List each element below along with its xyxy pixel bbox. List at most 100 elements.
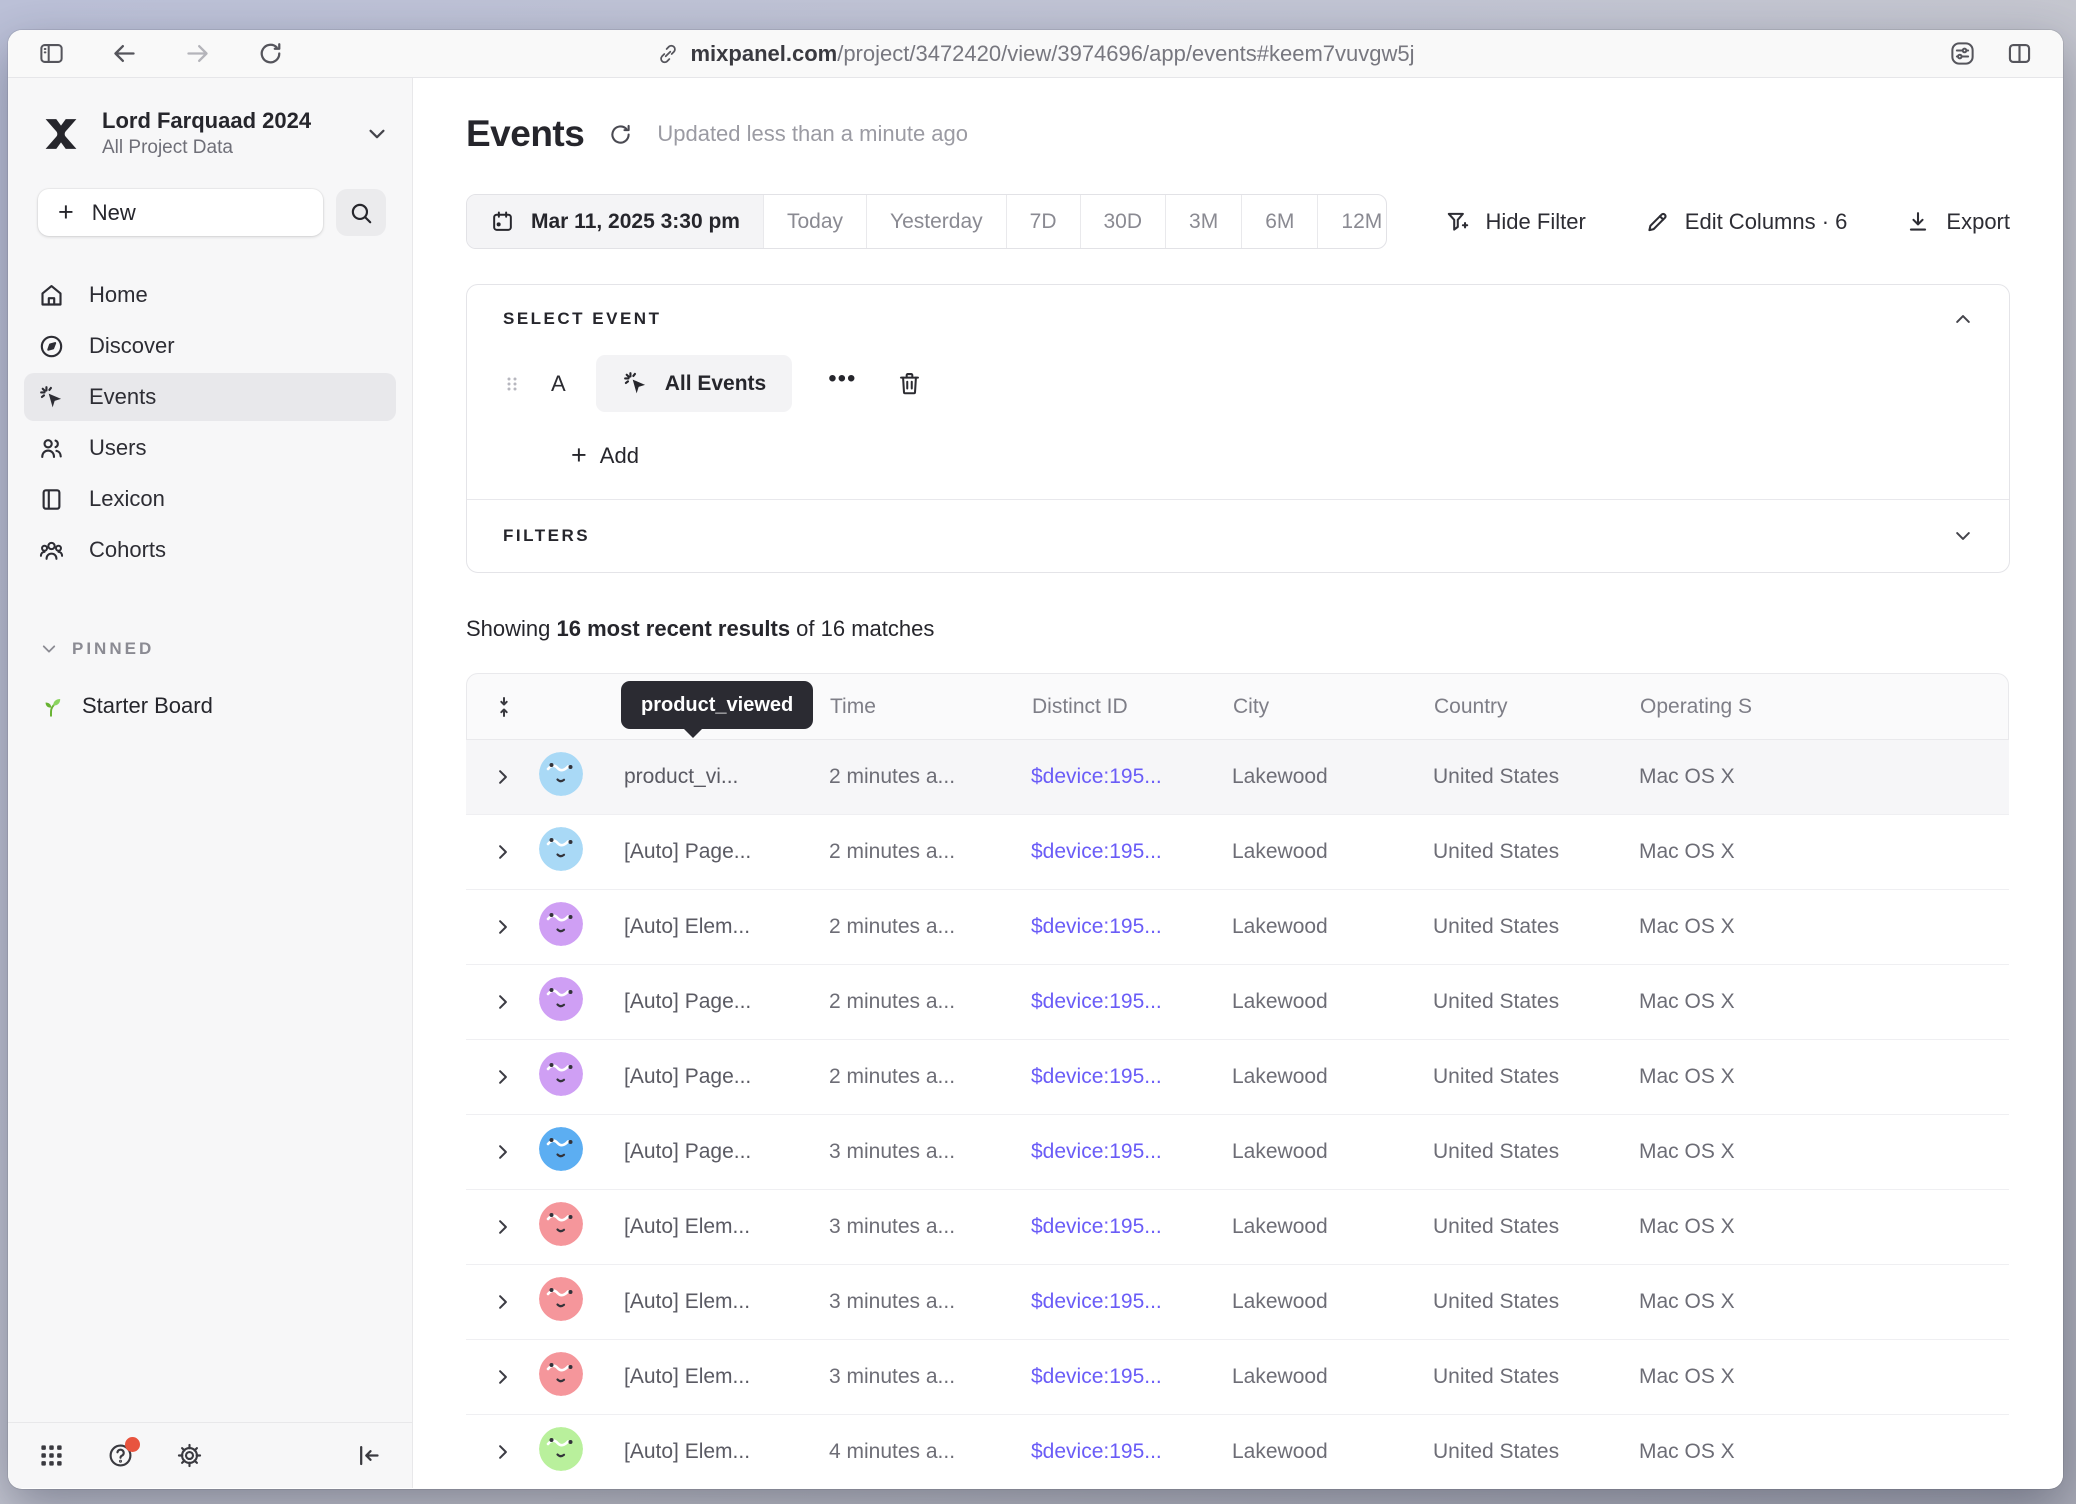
filters-label: FILTERS: [503, 526, 590, 546]
table-row[interactable]: [Auto] Page... 2 minutes a... $device:19…: [466, 815, 2009, 890]
table-row[interactable]: product_vi... 2 minutes a... $device:195…: [466, 740, 2009, 815]
cell-distinct-id-link[interactable]: $device:195...: [1031, 765, 1232, 789]
forward-button-icon[interactable]: [184, 40, 211, 67]
expand-row-icon[interactable]: [493, 917, 513, 937]
date-preset-6m[interactable]: 6M: [1241, 195, 1317, 248]
expand-row-icon[interactable]: [493, 842, 513, 862]
sidebar-item-cohorts[interactable]: Cohorts: [24, 526, 396, 574]
hide-filter-button[interactable]: Hide Filter: [1445, 209, 1586, 235]
collapse-section-icon[interactable]: [1953, 309, 1973, 329]
sidebar-item-label: Users: [89, 435, 146, 461]
expand-row-icon[interactable]: [493, 767, 513, 787]
calendar-icon: [490, 209, 515, 234]
cell-time: 3 minutes a...: [829, 1215, 1031, 1239]
cohorts-icon: [38, 537, 65, 564]
project-name: Lord Farquaad 2024: [102, 108, 346, 134]
expand-row-icon[interactable]: [493, 1067, 513, 1087]
apps-grid-icon[interactable]: [38, 1442, 65, 1469]
pinned-section-header[interactable]: PINNED: [40, 639, 412, 659]
table-row[interactable]: [Auto] Elem... 3 minutes a... $device:19…: [466, 1190, 2009, 1265]
date-range-picker: Mar 11, 2025 3:30 pm Today Yesterday 7D …: [466, 194, 1387, 249]
split-view-icon[interactable]: [2006, 40, 2033, 67]
table-row[interactable]: [Auto] Elem... 3 minutes a... $device:19…: [466, 1340, 2009, 1415]
cell-city: Lakewood: [1232, 1140, 1433, 1164]
export-button[interactable]: Export: [1905, 209, 2010, 235]
cell-os: Mac OS X: [1639, 915, 1839, 939]
cell-country: United States: [1433, 990, 1639, 1014]
event-pill-label: All Events: [665, 372, 767, 396]
date-current-segment[interactable]: Mar 11, 2025 3:30 pm: [467, 195, 763, 248]
date-preset-12m[interactable]: 12M: [1317, 195, 1386, 248]
date-preset-7d[interactable]: 7D: [1006, 195, 1080, 248]
cell-distinct-id-link[interactable]: $device:195...: [1031, 1290, 1232, 1314]
project-switcher[interactable]: Lord Farquaad 2024 All Project Data: [40, 108, 388, 159]
url-host: mixpanel.com: [690, 41, 837, 66]
add-event-button[interactable]: + Add: [571, 442, 639, 469]
table-row[interactable]: [Auto] Page... 2 minutes a... $device:19…: [466, 965, 2009, 1040]
cell-distinct-id-link[interactable]: $device:195...: [1031, 1215, 1232, 1239]
event-avatar: [539, 1202, 583, 1246]
cell-distinct-id-link[interactable]: $device:195...: [1031, 915, 1232, 939]
cell-event-name: [Auto] Elem...: [624, 1215, 829, 1239]
expand-section-icon[interactable]: [1953, 526, 1973, 546]
date-preset-3m[interactable]: 3M: [1165, 195, 1241, 248]
edit-columns-button[interactable]: Edit Columns · 6: [1644, 209, 1848, 235]
sidebar-item-label: Events: [89, 384, 156, 410]
refresh-icon[interactable]: [608, 122, 633, 147]
date-preset-today[interactable]: Today: [763, 195, 866, 248]
browser-sidebar-toggle-icon[interactable]: [38, 40, 65, 67]
expand-row-icon[interactable]: [493, 1442, 513, 1462]
search-button[interactable]: [336, 189, 386, 236]
event-selector-pill[interactable]: All Events: [596, 355, 793, 412]
sidebar-item-users[interactable]: Users: [24, 424, 396, 472]
users-icon: [38, 435, 65, 462]
browser-window: mixpanel.com/project/3472420/view/397469…: [8, 30, 2063, 1489]
back-button-icon[interactable]: [111, 40, 138, 67]
date-preset-30d[interactable]: 30D: [1080, 195, 1166, 248]
cell-os: Mac OS X: [1639, 1365, 1839, 1389]
reload-button-icon[interactable]: [257, 40, 284, 67]
event-options-button[interactable]: •••: [828, 367, 856, 401]
table-row[interactable]: [Auto] Elem... 3 minutes a... $device:19…: [466, 1265, 2009, 1340]
page-settings-icon[interactable]: [1949, 40, 1976, 67]
cell-distinct-id-link[interactable]: $device:195...: [1031, 1440, 1232, 1464]
table-row[interactable]: [Auto] Elem... 2 minutes a... $device:19…: [466, 890, 2009, 965]
cell-distinct-id-link[interactable]: $device:195...: [1031, 1065, 1232, 1089]
expand-row-icon[interactable]: [493, 992, 513, 1012]
table-row[interactable]: [Auto] Page... 3 minutes a... $device:19…: [466, 1115, 2009, 1190]
help-button[interactable]: [107, 1442, 134, 1469]
cell-distinct-id-link[interactable]: $device:195...: [1031, 990, 1232, 1014]
delete-event-icon[interactable]: [896, 370, 923, 397]
date-preset-yesterday[interactable]: Yesterday: [866, 195, 1006, 248]
sidebar-item-events[interactable]: Events: [24, 373, 396, 421]
column-header-city: City: [1233, 695, 1434, 719]
collapse-sidebar-icon[interactable]: [355, 1442, 382, 1469]
sidebar-item-discover[interactable]: Discover: [24, 322, 396, 370]
event-avatar: [539, 752, 583, 796]
sidebar-item-starter-board[interactable]: Starter Board: [38, 693, 412, 719]
url-path: /project/3472420/view/3974696/app/events…: [837, 41, 1414, 66]
drag-handle-icon[interactable]: [503, 372, 521, 396]
main-content: Events Updated less than a minute ago Ma…: [413, 78, 2063, 1488]
link-icon: [656, 43, 678, 65]
cell-distinct-id-link[interactable]: $device:195...: [1031, 840, 1232, 864]
cell-distinct-id-link[interactable]: $device:195...: [1031, 1140, 1232, 1164]
expand-row-icon[interactable]: [493, 1292, 513, 1312]
cell-country: United States: [1433, 1365, 1639, 1389]
table-row[interactable]: [Auto] Page... 2 minutes a... $device:19…: [466, 1040, 2009, 1115]
sidebar-item-lexicon[interactable]: Lexicon: [24, 475, 396, 523]
settings-gear-icon[interactable]: [176, 1442, 203, 1469]
expand-row-icon[interactable]: [493, 1142, 513, 1162]
table-row[interactable]: [Auto] Elem... 4 minutes a... $device:19…: [466, 1415, 2009, 1488]
expand-row-icon[interactable]: [493, 1217, 513, 1237]
cell-os: Mac OS X: [1639, 1440, 1839, 1464]
address-bar[interactable]: mixpanel.com/project/3472420/view/397469…: [656, 30, 1414, 77]
sidebar-item-home[interactable]: Home: [24, 271, 396, 319]
collapse-all-rows-icon[interactable]: [492, 695, 516, 719]
column-header-distinct-id: Distinct ID: [1032, 695, 1233, 719]
new-button[interactable]: + New: [38, 189, 323, 236]
cell-city: Lakewood: [1232, 915, 1433, 939]
cell-distinct-id-link[interactable]: $device:195...: [1031, 1365, 1232, 1389]
expand-row-icon[interactable]: [493, 1367, 513, 1387]
cell-event-name: [Auto] Elem...: [624, 915, 829, 939]
